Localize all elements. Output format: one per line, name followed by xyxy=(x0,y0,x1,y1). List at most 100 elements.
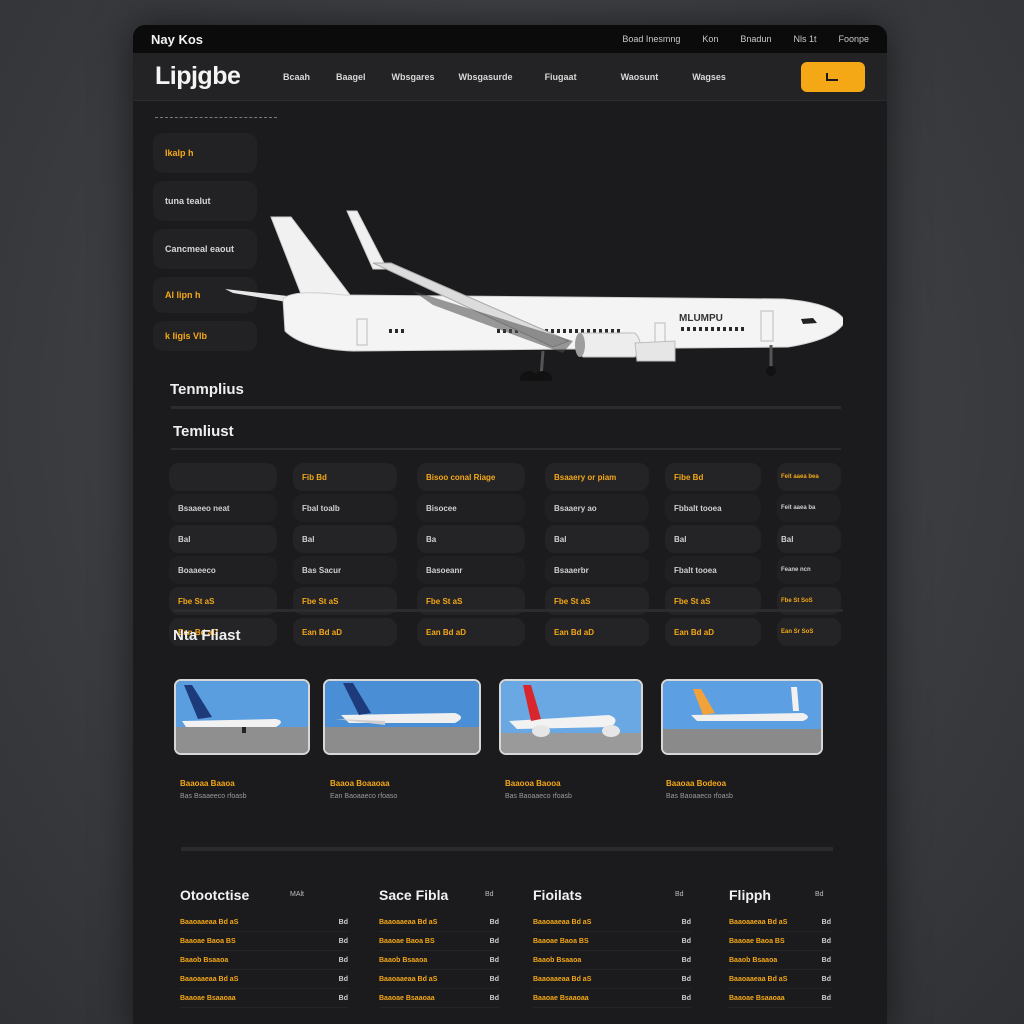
table-cell: Ean Bd aD xyxy=(665,618,761,646)
airplane-photo xyxy=(501,681,641,753)
fleet-caption-sub: Bas Baoaaeco rfoasb xyxy=(505,793,572,800)
table-cell: Bal xyxy=(169,525,277,553)
fleet-caption-sub: Ean Baoaaeco rfoaso xyxy=(330,793,398,800)
footer-column: Fioilats Bd Baaoaaeaa Bd aS Bd Baaoae Bao… xyxy=(533,887,691,1008)
nav-item[interactable]: Baagel xyxy=(336,72,366,82)
nav-item[interactable]: Bcaah xyxy=(283,72,310,82)
title-bar: Nay Kos Boad Inesmng Kon Bnadun Nls 1t F… xyxy=(133,25,887,53)
table-cell: Ean Bd aD xyxy=(417,618,525,646)
section-title: Tenmplius xyxy=(170,381,244,398)
footer-head-right: Bd xyxy=(485,891,494,898)
footer-row[interactable]: Baaoaaeaa Bd aS Bd xyxy=(180,913,348,932)
table-cell: Basoeanr xyxy=(417,556,525,584)
top-link[interactable]: Bnadun xyxy=(740,34,771,44)
table-cell: Fbbalt tooea xyxy=(665,494,761,522)
top-links: Boad Inesmng Kon Bnadun Nls 1t Foonpe xyxy=(622,34,869,44)
hero-airplane-image: MLUMPU xyxy=(225,210,843,381)
column-header[interactable]: Fib Bd xyxy=(293,463,397,491)
fleet-caption-title: Baaooa Baooa xyxy=(505,779,561,788)
timelist-section: Temliust xyxy=(133,423,887,450)
nav-item[interactable]: Fiugaat xyxy=(545,72,577,82)
table-cell: Fbal toalb xyxy=(293,494,397,522)
table-cell: Bal xyxy=(545,525,649,553)
footer-row[interactable]: Baaoaaeaa Bd aS Bd xyxy=(729,913,831,932)
table-cell: Ean Bd aD xyxy=(293,618,397,646)
table-cell: Ean Sr SoS xyxy=(777,618,841,646)
footer-row[interactable]: Baaoae Bsaaoaa Bd xyxy=(379,989,499,1008)
column-header[interactable]: Fibe Bd xyxy=(665,463,761,491)
footer-row[interactable]: Baaoae Baoa BS Bd xyxy=(533,932,691,951)
footer-row[interactable]: Baaoaaeaa Bd aS Bd xyxy=(533,913,691,932)
table-cell: Bal xyxy=(777,525,841,553)
fleet-card[interactable] xyxy=(661,679,823,755)
footer-row[interactable]: Baaob Bsaaoa Bd xyxy=(379,951,499,970)
column-header[interactable] xyxy=(169,463,277,491)
footer-row[interactable]: Baaoaaeaa Bd aS Bd xyxy=(533,970,691,989)
top-link[interactable]: Nls 1t xyxy=(793,34,816,44)
table-cell: Feit aaea ba xyxy=(777,494,841,522)
table-cell: Fbalt tooea xyxy=(665,556,761,584)
side-menu-item[interactable]: Ikalp h xyxy=(153,133,257,173)
footer-heading: Otootctise xyxy=(180,887,250,903)
footer-row[interactable]: Baaoae Bsaaoaa Bd xyxy=(729,989,831,1008)
footer-divider xyxy=(181,847,833,851)
app-name: Nay Kos xyxy=(151,31,204,47)
fleet-card[interactable] xyxy=(499,679,643,755)
footer-head-right: MAlt xyxy=(290,891,304,898)
footer-row[interactable]: Baaob Bsaaoa Bd xyxy=(729,951,831,970)
footer-row[interactable]: Baaoaaeaa Bd aS Bd xyxy=(379,970,499,989)
airplane-photo xyxy=(663,681,821,753)
airplane-photo xyxy=(325,681,479,753)
footer-column: Sace Fibla Bd Baaoaaeaa Bd aS Bd Baaoae B… xyxy=(379,887,499,1008)
footer-row[interactable]: Baaoaaeaa Bd aS Bd xyxy=(729,970,831,989)
airplane-photo xyxy=(176,681,308,753)
top-link[interactable]: Kon xyxy=(702,34,718,44)
footer-heading: Sace Fibla xyxy=(379,887,449,903)
footer-row[interactable]: Baaoae Baoa BS Bd xyxy=(729,932,831,951)
section-title: Nta Fliast xyxy=(173,627,241,644)
footer-heading: Fioilats xyxy=(533,887,583,903)
section-title: Temliust xyxy=(173,423,234,440)
footer-row[interactable]: Baaoae Baoa BS Bd xyxy=(379,932,499,951)
aircraft-registration: MLUMPU xyxy=(679,313,723,324)
top-link[interactable]: Foonpe xyxy=(838,34,869,44)
cta-button[interactable] xyxy=(801,61,865,92)
schedule-column: Bsaaery or piam Bsaaery ao Bal Bsaaerbr … xyxy=(545,463,649,649)
footer-column: Flipph Bd Baaoaaeaa Bd aS Bd Baaoae Baoa … xyxy=(729,887,831,1008)
table-cell: Boaaeeco xyxy=(169,556,277,584)
fleet-caption-sub: Bas Bsaaeeco rfoasb xyxy=(180,793,247,800)
nav-item[interactable]: Wbsgasurde xyxy=(459,72,513,82)
top-link[interactable]: Boad Inesmng xyxy=(622,34,680,44)
brand-logo[interactable]: Lipjgbe xyxy=(155,62,283,91)
hero-divider xyxy=(155,117,277,118)
footer-row[interactable]: Baaob Bsaaoa Bd xyxy=(180,951,348,970)
table-cell: Bsaaery ao xyxy=(545,494,649,522)
footer-row[interactable]: Baaoae Bsaaoaa Bd xyxy=(180,989,348,1008)
column-header[interactable]: Bsaaery or piam xyxy=(545,463,649,491)
footer-row[interactable]: Baaoaaeaa Bd aS Bd xyxy=(180,970,348,989)
footer-row[interactable]: Baaob Bsaaoa Bd xyxy=(533,951,691,970)
footer-head-right: Bd xyxy=(815,891,824,898)
column-header[interactable]: Bisoo conal Riage xyxy=(417,463,525,491)
nav-links: Bcaah Baagel Wbsgares Wbsgasurde Fiugaat… xyxy=(283,72,801,82)
table-cell: Ean Bd aD xyxy=(545,618,649,646)
schedule-column: Feit aaea bea Feit aaea ba Bal Feane ncn… xyxy=(777,463,841,649)
fleet-card[interactable] xyxy=(174,679,310,755)
nav-item[interactable]: Waosunt xyxy=(621,72,659,82)
footer-head-right: Bd xyxy=(675,891,684,898)
table-cell: Bisocee xyxy=(417,494,525,522)
nav-item[interactable]: Wagses xyxy=(692,72,726,82)
fleet-card[interactable] xyxy=(323,679,481,755)
schedule-column: Fib Bd Fbal toalb Bal Bas Sacur Fbe St a… xyxy=(293,463,397,649)
table-cell: Bsaaeeo neat xyxy=(169,494,277,522)
footer-row[interactable]: Baaoaaeaa Bd aS Bd xyxy=(379,913,499,932)
footer-row[interactable]: Baaoae Baoa BS Bd xyxy=(180,932,348,951)
footer-row[interactable]: Baaoae Bsaaoaa Bd xyxy=(533,989,691,1008)
footer-column: Otootctise MAlt Baaoaaeaa Bd aS Bd Baaoae… xyxy=(180,887,348,1008)
fleet-caption-title: Baaoa Boaaoaa xyxy=(330,779,390,788)
hero-section: Ikalp h tuna tealut Cancmeal eaout Al li… xyxy=(133,101,887,381)
schedule-column: Bsaaeeo neat Bal Boaaeeco Fbe St aS Ean … xyxy=(169,463,277,649)
main-navbar: Lipjgbe Bcaah Baagel Wbsgares Wbsgasurde… xyxy=(133,53,887,101)
nav-item[interactable]: Wbsgares xyxy=(392,72,435,82)
column-header[interactable]: Feit aaea bea xyxy=(777,463,841,491)
